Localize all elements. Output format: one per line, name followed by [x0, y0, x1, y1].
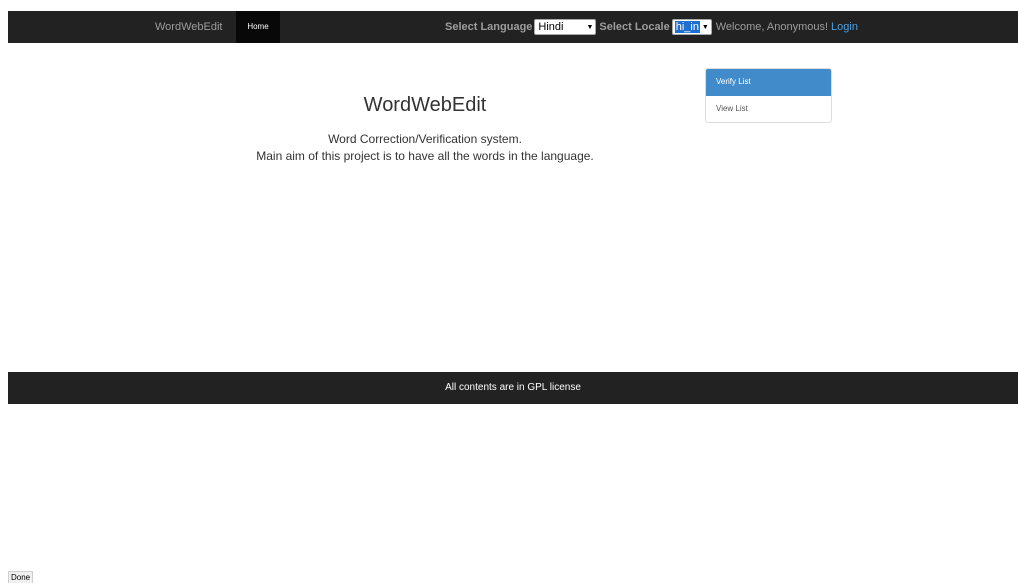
description-line-1: Word Correction/Verification system. [328, 132, 522, 146]
select-language-label: Select Language [445, 21, 533, 33]
page-title: WordWebEdit [363, 94, 487, 116]
sidebar-list-group: Verify List View List [705, 68, 832, 123]
footer-text: All contents are in GPL license [445, 382, 581, 393]
login-link[interactable]: Login [831, 21, 858, 33]
top-navbar: WordWebEdit Home Select Language Hindi ▼… [8, 11, 1018, 43]
select-locale-label: Select Locale [599, 21, 670, 33]
status-bar-text: Done [8, 571, 34, 583]
sidebar-item-view-list[interactable]: View List [706, 96, 831, 122]
brand-link[interactable]: WordWebEdit [155, 11, 222, 43]
language-select-value: Hindi [538, 21, 564, 33]
footer: All contents are in GPL license [8, 372, 1018, 404]
chevron-down-icon: ▼ [701, 23, 709, 31]
language-select[interactable]: Hindi ▼ [534, 19, 597, 35]
sidebar-item-verify-list[interactable]: Verify List [706, 69, 831, 96]
navbar-right-group: Select Language Hindi ▼ Select Locale hi… [445, 11, 858, 43]
description-line-2: Main aim of this project is to have all … [256, 149, 594, 163]
chevron-down-icon: ▼ [586, 23, 594, 31]
locale-select-value: hi_in [674, 21, 700, 33]
locale-select[interactable]: hi_in ▼ [671, 19, 712, 35]
welcome-text: Welcome, Anonymous! [715, 21, 829, 33]
page-description: Word Correction/Verification system. Mai… [200, 131, 650, 165]
nav-home-tab[interactable]: Home [236, 11, 280, 43]
